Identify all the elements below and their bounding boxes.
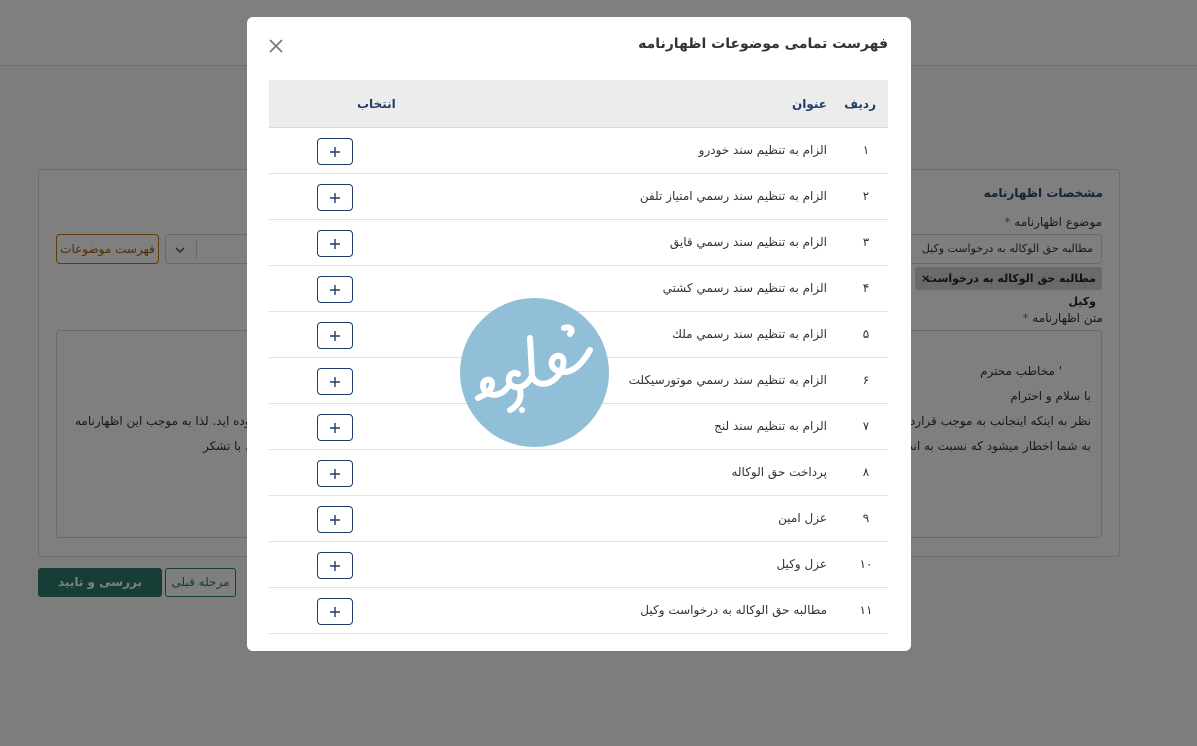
add-topic-button[interactable] xyxy=(317,276,353,303)
add-topic-button[interactable] xyxy=(317,138,353,165)
row-title: الزام به تنظيم سند رسمي كشتي xyxy=(662,281,827,295)
modal-title: فهرست تمامی موضوعات اظهارنامه xyxy=(638,36,888,52)
row-number: ۱۰ xyxy=(859,557,873,571)
row-number: ۷ xyxy=(862,419,870,433)
plus-icon xyxy=(330,146,340,157)
row-title: الزام به تنظيم سند رسمي قايق xyxy=(669,235,827,249)
table-row: ۹ عزل امین xyxy=(269,496,888,542)
table-row: ۱۰ عزل وکیل xyxy=(269,542,888,588)
table-row: ۸ پرداخت حق الوکاله xyxy=(269,450,888,496)
row-number: ۱ xyxy=(862,143,870,157)
row-number: ۶ xyxy=(862,373,870,387)
row-title: الزام به تنظیم سند خودرو xyxy=(698,143,827,157)
row-number: ۱۱ xyxy=(859,603,873,617)
add-topic-button[interactable] xyxy=(317,368,353,395)
plus-icon xyxy=(330,238,340,249)
row-title: الزام به تنظيم سند رسمي موتورسيكلت xyxy=(628,373,827,387)
add-topic-button[interactable] xyxy=(317,552,353,579)
plus-icon xyxy=(330,376,340,387)
brand-watermark-logo xyxy=(460,298,609,447)
row-title: الزام به تنظیم سند لنج xyxy=(714,419,827,433)
row-number: ۹ xyxy=(862,511,870,525)
plus-icon xyxy=(330,192,340,203)
table-row: ۲ الزام به تنظيم سند رسمي امتياز تلفن xyxy=(269,174,888,220)
add-topic-button[interactable] xyxy=(317,322,353,349)
plus-icon xyxy=(330,468,340,479)
row-title: الزام به تنظيم سند رسمي ملك xyxy=(672,327,827,341)
plus-icon xyxy=(330,560,340,571)
column-header-row: ردیف xyxy=(844,97,876,111)
row-number: ۲ xyxy=(862,189,870,203)
row-title: عزل وکیل xyxy=(776,557,827,571)
plus-icon xyxy=(330,606,340,617)
column-header-title: عنوان xyxy=(792,97,827,111)
plus-icon xyxy=(330,330,340,341)
table-row: ۱۱ مطالبه حق الوکاله به درخواست وکیل xyxy=(269,588,888,634)
plus-icon xyxy=(330,422,340,433)
table-header: ردیف عنوان انتخاب xyxy=(269,80,888,128)
row-title: الزام به تنظيم سند رسمي امتياز تلفن xyxy=(639,189,827,203)
add-topic-button[interactable] xyxy=(317,598,353,625)
add-topic-button[interactable] xyxy=(317,184,353,211)
table-row: ۱ الزام به تنظیم سند خودرو xyxy=(269,128,888,174)
table-row: ۳ الزام به تنظيم سند رسمي قايق xyxy=(269,220,888,266)
column-header-select: انتخاب xyxy=(357,97,396,111)
plus-icon xyxy=(330,514,340,525)
row-title: پرداخت حق الوکاله xyxy=(731,465,827,479)
add-topic-button[interactable] xyxy=(317,460,353,487)
row-number: ۴ xyxy=(862,281,870,295)
row-number: ۸ xyxy=(862,465,870,479)
add-topic-button[interactable] xyxy=(317,414,353,441)
row-title: مطالبه حق الوکاله به درخواست وکیل xyxy=(640,603,827,617)
row-number: ۵ xyxy=(862,327,870,341)
close-icon[interactable] xyxy=(266,36,286,56)
row-title: عزل امین xyxy=(778,511,827,525)
add-topic-button[interactable] xyxy=(317,230,353,257)
plus-icon xyxy=(330,284,340,295)
row-number: ۳ xyxy=(862,235,870,249)
add-topic-button[interactable] xyxy=(317,506,353,533)
